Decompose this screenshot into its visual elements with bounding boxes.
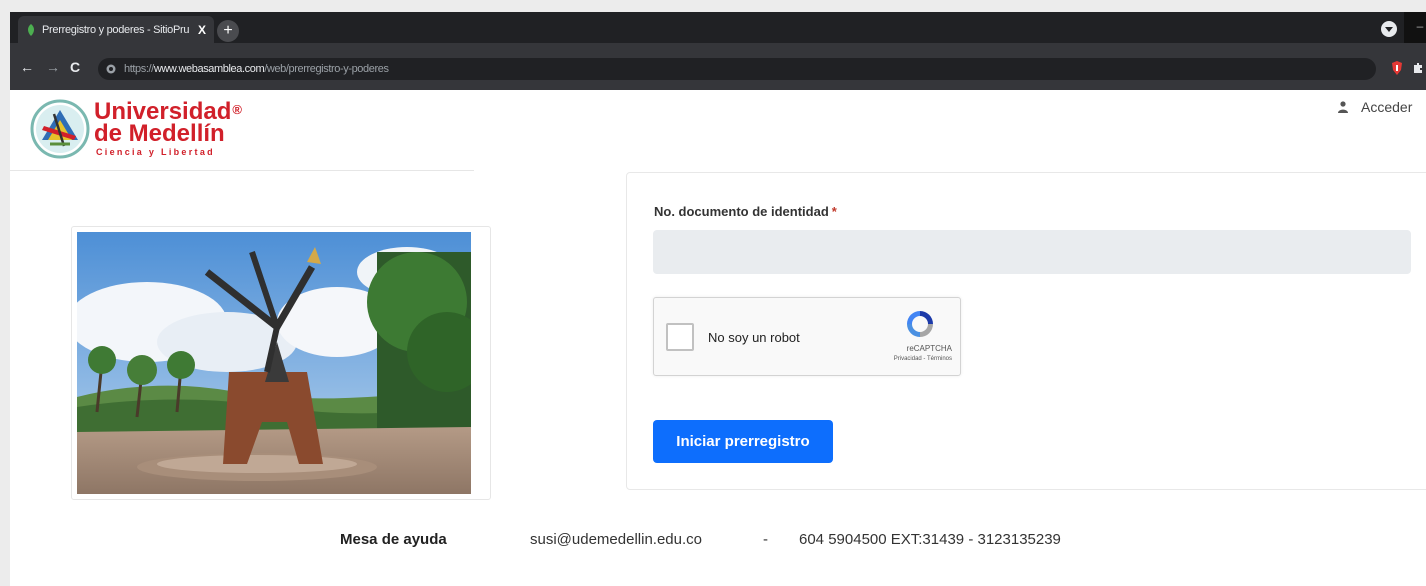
browser-tab-bar: Prerregistro y poderes - SitioPru X + –: [10, 12, 1426, 43]
user-icon: [1338, 101, 1348, 113]
address-bar[interactable]: https://www.webasamblea.com/web/prerregi…: [98, 58, 1376, 80]
help-desk-footer: Mesa de ayuda susi@udemedellin.edu.co - …: [10, 528, 1426, 552]
footer-separator: -: [763, 531, 768, 548]
logo-title-line2: de Medellín: [94, 120, 225, 147]
campus-photo-card: [71, 226, 491, 500]
tab-close-icon[interactable]: X: [198, 23, 206, 37]
university-logo[interactable]: Universidad® de Medellín Ciencia y Liber…: [30, 95, 270, 165]
login-link[interactable]: Acceder: [1337, 99, 1412, 115]
leaf-favicon-icon: [28, 23, 34, 36]
document-number-input[interactable]: [653, 230, 1411, 274]
document-number-label: No. documento de identidad *: [654, 204, 837, 219]
campus-sculpture-photo: [77, 232, 471, 494]
shield-extension-icon[interactable]: [1392, 61, 1402, 75]
recaptcha-widget: No soy un robot reCAPTCHA Privacidad - T…: [653, 297, 961, 376]
puzzle-extension-icon[interactable]: [1412, 62, 1424, 74]
reload-button[interactable]: C: [70, 60, 80, 74]
start-preregistration-button[interactable]: Iniciar prerregistro: [653, 420, 833, 463]
university-emblem-icon: [30, 99, 90, 159]
page-content: Universidad® de Medellín Ciencia y Liber…: [10, 90, 1426, 586]
recaptcha-brand: reCAPTCHA: [906, 344, 952, 353]
new-tab-button[interactable]: +: [217, 20, 239, 42]
help-desk-label: Mesa de ayuda: [340, 531, 447, 548]
browser-toolbar: ← → C https://www.webasamblea.com/web/pr…: [10, 43, 1426, 90]
back-button[interactable]: ←: [20, 60, 34, 74]
recaptcha-label: No soy un robot: [708, 330, 800, 345]
required-mark: *: [831, 204, 837, 219]
logo-motto: Ciencia y Libertad: [96, 147, 215, 157]
site-info-icon[interactable]: [106, 64, 116, 74]
preregistration-form-card: No. documento de identidad * No soy un ro…: [626, 172, 1426, 490]
recaptcha-logo-icon: [907, 311, 933, 337]
tab-title: Prerregistro y poderes - SitioPru: [42, 23, 190, 36]
recaptcha-privacy-terms[interactable]: Privacidad - Términos: [894, 356, 952, 362]
header-divider: [10, 170, 474, 171]
help-desk-email[interactable]: susi@udemedellin.edu.co: [530, 531, 702, 548]
url-text: https://www.webasamblea.com/web/prerregi…: [124, 63, 389, 75]
login-label: Acceder: [1361, 99, 1413, 115]
recaptcha-checkbox[interactable]: [666, 323, 694, 351]
profile-icon[interactable]: [1380, 20, 1398, 38]
minimize-button[interactable]: –: [1404, 12, 1426, 43]
forward-button[interactable]: →: [46, 60, 60, 74]
help-desk-phones: 604 5904500 EXT:31439 - 3123135239: [799, 531, 1061, 548]
browser-tab[interactable]: Prerregistro y poderes - SitioPru X: [18, 16, 214, 43]
